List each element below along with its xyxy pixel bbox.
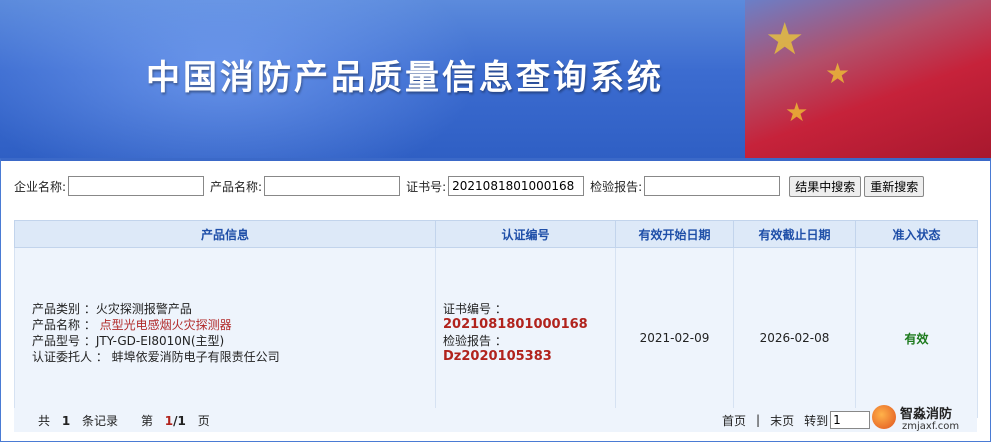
results-table: 产品信息 认证编号 有效开始日期 有效截止日期 准入状态 产品类别 ：火灾探测报… bbox=[14, 220, 978, 418]
product-label: 产品名称: bbox=[210, 179, 263, 194]
header-banner: ★ ★ ★ 中国消防产品质量信息查询系统 bbox=[0, 0, 991, 158]
star-icon: ★ bbox=[785, 98, 809, 128]
product-input[interactable] bbox=[264, 176, 401, 196]
pagination-bar: 共 1 条记录 第 1/1 页 首页 | 末页 转到 bbox=[14, 408, 977, 432]
goto-label: 转到 bbox=[804, 413, 829, 428]
star-icon: ★ bbox=[765, 14, 805, 65]
table-row: 产品类别 ：火灾探测报警产品 产品名称 ： 点型光电感烟火灾探测器 产品型号 ：… bbox=[14, 247, 978, 418]
category-line: 产品类别 ：火灾探测报警产品 bbox=[32, 301, 434, 317]
model-line: 产品型号 ：JTY-GD-EI8010N(主型) bbox=[32, 333, 434, 349]
header-product-info: 产品信息 bbox=[14, 220, 436, 248]
status-badge: 有效 bbox=[855, 247, 978, 418]
product-info-cell: 产品类别 ：火灾探测报警产品 产品名称 ： 点型光电感烟火灾探测器 产品型号 ：… bbox=[14, 247, 436, 418]
client-line: 认证委托人 ： 蚌埠依爱消防电子有限责任公司 bbox=[32, 349, 434, 365]
watermark-logo: 智淼消防 zmjaxf.com bbox=[872, 402, 968, 436]
cert-number-link[interactable]: 2021081801000168 bbox=[443, 317, 614, 333]
name-label: 产品名称 ： bbox=[32, 317, 96, 332]
start-date-cell: 2021-02-09 bbox=[615, 247, 734, 418]
table-header-row: 产品信息 认证编号 有效开始日期 有效截止日期 准入状态 bbox=[14, 220, 978, 248]
name-line: 产品名称 ： 点型光电感烟火灾探测器 bbox=[32, 317, 434, 333]
total-count: 1 bbox=[61, 414, 71, 428]
header-end-date: 有效截止日期 bbox=[733, 220, 856, 248]
flag-image: ★ ★ ★ bbox=[745, 0, 991, 158]
research-button[interactable]: 重新搜索 bbox=[864, 175, 925, 197]
page-separator: / bbox=[173, 414, 178, 428]
current-page: 1 bbox=[164, 414, 174, 428]
cert-input[interactable] bbox=[448, 176, 585, 196]
report-label: 检验报告: bbox=[590, 179, 643, 194]
header-status: 准入状态 bbox=[855, 220, 978, 248]
report-input[interactable] bbox=[644, 176, 781, 196]
star-icon: ★ bbox=[825, 57, 851, 90]
report-no-label: 检验报告 ： bbox=[443, 333, 507, 348]
watermark-site: zmjaxf.com bbox=[902, 421, 960, 432]
last-page-link[interactable]: 末页 bbox=[770, 412, 794, 429]
total-prefix: 共 bbox=[38, 414, 51, 428]
end-date-cell: 2026-02-08 bbox=[733, 247, 856, 418]
search-in-results-button[interactable]: 结果中搜索 bbox=[789, 175, 862, 197]
cert-label: 证书号: bbox=[406, 179, 447, 194]
model-label: 产品型号 ： bbox=[32, 333, 96, 348]
company-input[interactable] bbox=[68, 176, 205, 196]
client-label: 认证委托人 ： bbox=[32, 349, 108, 364]
total-suffix: 条记录 bbox=[82, 414, 119, 428]
header-start-date: 有效开始日期 bbox=[615, 220, 734, 248]
product-name-link[interactable]: 点型光电感烟火灾探测器 bbox=[100, 318, 232, 332]
category-label: 产品类别 ： bbox=[32, 301, 96, 316]
page-prefix: 第 bbox=[140, 414, 153, 428]
watermark-name: 智淼消防 bbox=[900, 407, 953, 422]
first-page-link[interactable]: 首页 bbox=[722, 412, 746, 429]
flame-logo-icon bbox=[872, 405, 896, 429]
goto-page-input[interactable] bbox=[830, 411, 871, 429]
report-number-link[interactable]: Dz2020105383 bbox=[443, 349, 614, 365]
total-pages: 1 bbox=[177, 414, 186, 428]
record-summary: 共 1 条记录 第 1/1 页 bbox=[38, 412, 210, 429]
model-value: JTY-GD-EI8010N(主型) bbox=[95, 333, 225, 348]
category-value: 火灾探测报警产品 bbox=[95, 301, 192, 316]
header-cert-number: 认证编号 bbox=[435, 220, 616, 248]
page-suffix: 页 bbox=[197, 414, 210, 428]
cert-cell: 证书编号 ： 2021081801000168 检验报告 ： Dz2020105… bbox=[435, 247, 616, 418]
company-label: 企业名称: bbox=[14, 179, 67, 194]
client-value: 蚌埠依爱消防电子有限责任公司 bbox=[111, 349, 280, 364]
pager-separator: | bbox=[756, 413, 761, 427]
cert-no-label: 证书编号 ： bbox=[443, 301, 507, 316]
page-title: 中国消防产品质量信息查询系统 bbox=[146, 58, 664, 98]
pager-controls: 首页 | 末页 转到 bbox=[722, 411, 871, 429]
search-bar: 企业名称: 产品名称: 证书号: 检验报告: 结果中搜索 重新搜索 bbox=[14, 174, 925, 198]
